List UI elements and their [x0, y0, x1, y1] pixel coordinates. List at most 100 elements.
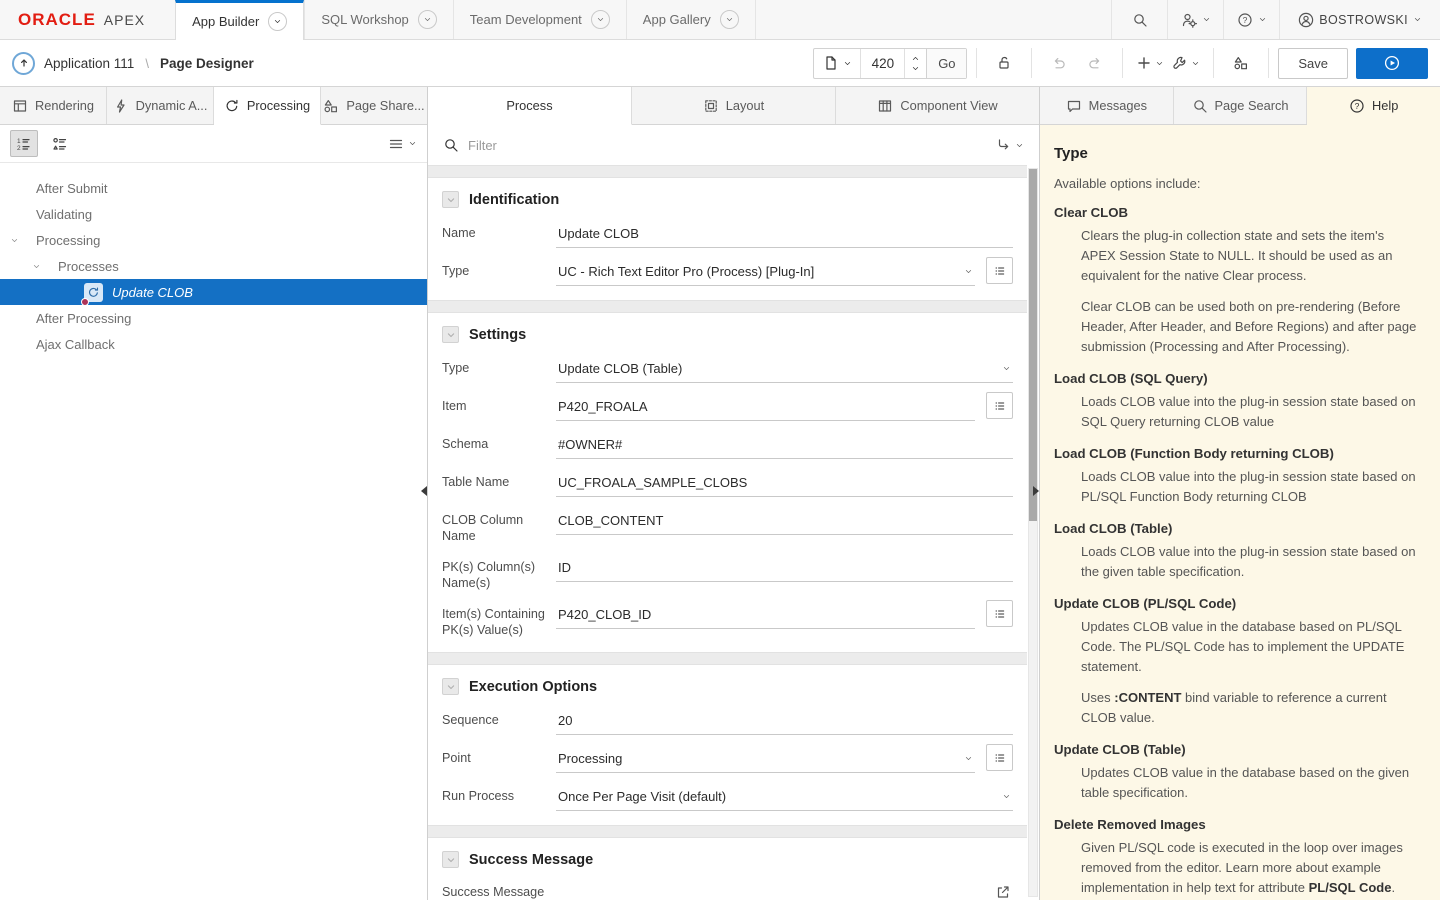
process-icon: [84, 283, 103, 302]
quick-pick-button[interactable]: [986, 257, 1013, 284]
user-menu[interactable]: BOSTROWSKI: [1279, 0, 1440, 39]
tab-process[interactable]: Process: [428, 87, 632, 125]
tree-item-ajax-callback[interactable]: Ajax Callback: [0, 331, 427, 357]
search-icon: [443, 137, 459, 153]
collapse-section-button[interactable]: [442, 326, 459, 343]
apex-wordmark: APEX: [104, 12, 145, 28]
header-search-button[interactable]: [1111, 0, 1167, 39]
code-label: Success Message: [442, 885, 544, 899]
group-by-type-button[interactable]: [46, 130, 74, 157]
tab-menu-badge[interactable]: [591, 10, 610, 29]
help-term: Update CLOB (Table): [1054, 742, 1420, 757]
tab-help[interactable]: ?Help: [1307, 87, 1440, 125]
page-number-input[interactable]: 420: [860, 49, 904, 78]
property-input[interactable]: Update CLOB: [556, 219, 1013, 248]
property-input[interactable]: ID: [556, 553, 1013, 582]
property-select[interactable]: Update CLOB (Table): [556, 354, 1013, 383]
chevron-down-icon: [964, 267, 973, 276]
tab-messages[interactable]: Messages: [1040, 87, 1174, 124]
tab-layout[interactable]: Layout: [632, 87, 836, 124]
tree-expand-icon[interactable]: [32, 262, 41, 271]
wrench-icon: [1172, 55, 1188, 71]
property-select[interactable]: UC - Rich Text Editor Pro (Process) [Plu…: [556, 257, 975, 286]
property-row: ItemP420_FROALA: [428, 387, 1027, 425]
tab-page-search[interactable]: Page Search: [1174, 87, 1308, 124]
tree-menu-button[interactable]: [388, 136, 417, 152]
help-menu-button[interactable]: ?: [1223, 0, 1279, 39]
tree-item-validating[interactable]: Validating: [0, 201, 427, 227]
property-select[interactable]: Once Per Page Visit (default): [556, 782, 1013, 811]
tab-menu-badge[interactable]: [268, 12, 287, 31]
tree-item-processing[interactable]: Processing: [0, 227, 427, 253]
property-select[interactable]: Processing: [556, 744, 975, 773]
tab-menu-badge[interactable]: [720, 10, 739, 29]
tree-item-after-submit[interactable]: After Submit: [0, 175, 427, 201]
property-input[interactable]: P420_FROALA: [556, 392, 975, 421]
shared-components-button[interactable]: [1223, 48, 1259, 79]
nav-tab-team-development[interactable]: Team Development: [453, 0, 626, 39]
property-input[interactable]: CLOB_CONTENT: [556, 506, 1013, 535]
property-row: Schema#OWNER#: [428, 425, 1027, 463]
collapse-left-splitter[interactable]: [421, 486, 427, 496]
page-lock-button[interactable]: [986, 48, 1022, 79]
nav-tab-sql-workshop[interactable]: SQL Workshop: [304, 0, 452, 39]
chevron-down-icon: [1155, 59, 1164, 68]
tab-dynamic-a-[interactable]: Dynamic A...: [107, 87, 214, 124]
utilities-button[interactable]: [1168, 48, 1204, 79]
property-input[interactable]: 20: [556, 706, 1013, 735]
open-code-editor-icon[interactable]: [995, 884, 1011, 900]
collapse-section-button[interactable]: [442, 191, 459, 208]
header-actions: ?BOSTROWSKI: [1111, 0, 1440, 39]
undo-button[interactable]: [1041, 48, 1077, 79]
breadcrumb: Application 111 \ Page Designer: [12, 52, 254, 75]
oracle-apex-logo: ORACLE APEX: [0, 0, 161, 39]
redo-button[interactable]: [1077, 48, 1113, 79]
nav-tab-app-builder[interactable]: App Builder: [175, 0, 304, 40]
property-input[interactable]: P420_CLOB_ID: [556, 600, 975, 629]
section-title: Settings: [469, 327, 526, 343]
tree-expand-icon[interactable]: [10, 236, 19, 245]
left-rendering-panel: RenderingDynamic A...ProcessingPage Shar…: [0, 87, 428, 900]
tab-component-view[interactable]: Component View: [836, 87, 1039, 124]
go-button[interactable]: Go: [926, 49, 966, 78]
collapse-section-button[interactable]: [442, 678, 459, 695]
quick-pick-button[interactable]: [986, 744, 1013, 771]
vertical-scrollbar[interactable]: [1028, 168, 1038, 897]
tree-item-update-clob[interactable]: Update CLOB: [0, 279, 427, 305]
nav-tab-app-gallery[interactable]: App Gallery: [626, 0, 756, 39]
scrollbar-thumb[interactable]: [1029, 169, 1037, 521]
tab-rendering[interactable]: Rendering: [0, 87, 107, 124]
sort-sequence-button[interactable]: 12: [10, 130, 38, 157]
svg-text:?: ?: [1355, 100, 1360, 110]
go-to-group-control[interactable]: [996, 137, 1024, 153]
breadcrumb-application[interactable]: Application 111: [44, 56, 134, 71]
collapse-right-splitter[interactable]: [1033, 486, 1039, 496]
help-term: Delete Removed Images: [1054, 817, 1420, 832]
page-picker-button[interactable]: [814, 49, 860, 78]
quick-pick-icon: [994, 608, 1006, 620]
toolbar-actions: 420 Go Save: [813, 48, 1428, 79]
save-button[interactable]: Save: [1278, 48, 1348, 79]
svg-text:2: 2: [17, 145, 21, 152]
page-number-stepper[interactable]: [904, 49, 926, 78]
tab-processing[interactable]: Processing: [214, 87, 321, 125]
create-button[interactable]: [1132, 48, 1168, 79]
section-separator: [428, 652, 1027, 665]
filter-input[interactable]: [468, 138, 987, 153]
run-button[interactable]: [1356, 48, 1428, 79]
quick-pick-button[interactable]: [986, 392, 1013, 419]
quick-pick-button[interactable]: [986, 600, 1013, 627]
property-input[interactable]: #OWNER#: [556, 430, 1013, 459]
tab-page-share-[interactable]: Page Share...: [321, 87, 427, 124]
section-header: Execution Options: [428, 665, 1027, 701]
tree-item-after-processing[interactable]: After Processing: [0, 305, 427, 331]
go-to-application-button[interactable]: [12, 52, 35, 75]
administration-menu-button[interactable]: [1167, 0, 1223, 39]
help-definition: Uses :CONTENT bind variable to reference…: [1054, 688, 1420, 728]
collapse-section-button[interactable]: [442, 851, 459, 868]
help-entry: Clear CLOBClears the plug-in collection …: [1054, 205, 1420, 357]
tab-menu-badge[interactable]: [418, 10, 437, 29]
property-input[interactable]: UC_FROALA_SAMPLE_CLOBS: [556, 468, 1013, 497]
right-help-panel: MessagesPage Search?Help Type Available …: [1040, 87, 1440, 900]
tree-item-processes[interactable]: Processes: [0, 253, 427, 279]
